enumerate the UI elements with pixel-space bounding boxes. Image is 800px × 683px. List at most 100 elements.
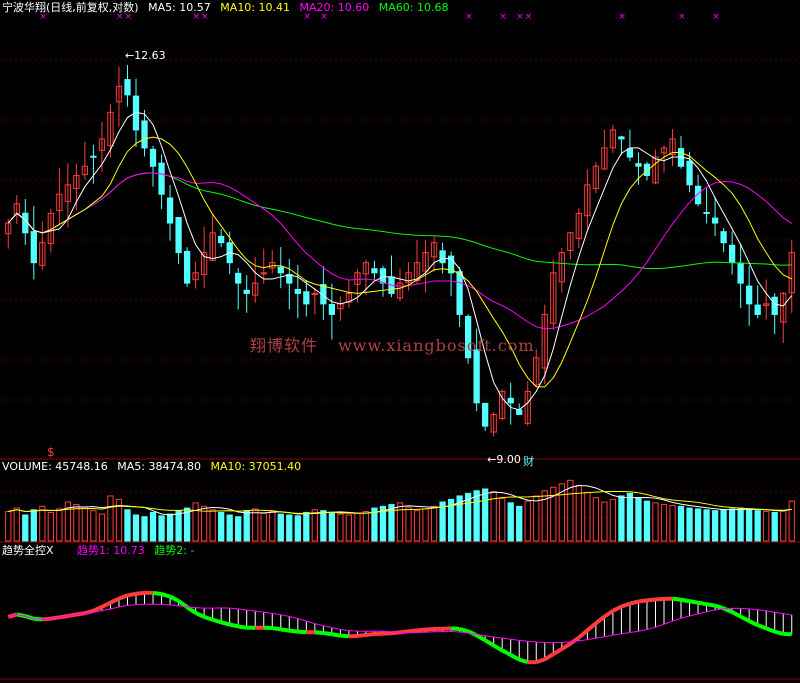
volume-bar-down — [286, 514, 293, 542]
candle-down — [737, 262, 744, 284]
trend-segment — [408, 628, 418, 634]
trend-segment — [109, 596, 120, 605]
volume-bar-up — [311, 509, 318, 542]
trend-segment — [340, 633, 350, 639]
volume-bar-up — [413, 510, 421, 542]
trend-segment — [229, 622, 239, 629]
signal-marker: × — [678, 12, 686, 22]
volume-bar-down — [728, 508, 736, 542]
signal-marker: × — [618, 12, 626, 22]
volume-bar-down — [294, 515, 301, 542]
volume-bar-up — [763, 511, 770, 542]
volume-bar-down — [677, 505, 685, 542]
trend-segment — [586, 621, 598, 632]
volume-bar-down — [516, 505, 523, 542]
candle-down — [456, 271, 463, 315]
volume-bar-up — [609, 498, 617, 542]
trend-segment — [101, 600, 112, 609]
volume-bar-down — [175, 510, 182, 542]
candle-down — [711, 217, 719, 224]
candle-down — [754, 304, 761, 315]
candle-down — [22, 212, 29, 234]
trend-segment — [169, 594, 180, 603]
candle-down — [277, 266, 284, 274]
candle-down — [618, 136, 625, 140]
trend-segment — [194, 611, 205, 619]
trend-segment — [638, 598, 648, 604]
trend-segment — [739, 614, 751, 623]
trend-segment — [714, 603, 725, 611]
trend-segment — [212, 617, 222, 625]
trend-segment — [731, 610, 742, 619]
volume-bar-down — [473, 490, 480, 542]
volume-bar-down — [30, 509, 37, 542]
low-price-label: ←9.00 — [487, 453, 521, 466]
trend-segment — [484, 638, 495, 648]
volume-bar-up — [780, 510, 787, 542]
candle-down — [218, 235, 225, 244]
volume-bar-up — [39, 505, 46, 542]
volume-bar-down — [686, 507, 693, 542]
trend-segment — [271, 626, 282, 632]
volume-panel-header: VOLUME: 45748.16 MA5: 38474.80 MA10: 370… — [2, 460, 307, 474]
signal-marker: × — [499, 12, 507, 22]
volume-bar-up — [660, 504, 668, 542]
ma60-legend: MA60: 10.68 — [378, 1, 449, 14]
volume-ma10-legend: MA10: 37051.40 — [210, 460, 302, 473]
trend-segment — [543, 652, 555, 662]
candle-down — [141, 120, 148, 149]
volume-bar-up — [56, 508, 63, 542]
volume-bar-down — [320, 510, 327, 542]
volume-bar-down — [243, 510, 250, 542]
volume-bar-up — [422, 508, 429, 542]
trend-segment — [135, 590, 145, 596]
signal-marker: × — [516, 12, 524, 22]
trend-segment — [620, 601, 631, 609]
dollar-marker: $ — [47, 445, 55, 459]
candle-down — [371, 268, 378, 274]
trend-segment — [118, 593, 129, 601]
volume-ma5-legend: MA5: 38474.80 — [117, 460, 201, 473]
volume-bar-up — [396, 502, 404, 542]
volume-bar-down — [124, 509, 131, 542]
trend-segment — [577, 628, 589, 640]
trend-segment — [535, 657, 546, 665]
volume-bar-up — [345, 514, 353, 542]
trend-segment — [680, 597, 690, 604]
trend-segment — [594, 615, 606, 625]
trend-segment — [459, 627, 469, 634]
volume-bar-up — [592, 497, 600, 542]
volume-bar-down — [618, 495, 625, 542]
volume-bar-up — [209, 509, 216, 542]
trend-segment — [314, 630, 324, 635]
volume-bar-up — [405, 506, 412, 542]
trend-segment — [774, 629, 784, 636]
trend-segment — [706, 602, 716, 608]
candle-down — [439, 250, 446, 264]
trend-segment — [203, 615, 214, 622]
trend-segment — [280, 627, 290, 633]
candle-down — [379, 268, 387, 284]
candle-down — [771, 296, 778, 315]
candle-down — [746, 285, 753, 305]
trend-segment — [289, 628, 299, 634]
volume-bar-down — [166, 513, 174, 542]
ma20-legend: MA20: 10.60 — [299, 1, 370, 14]
trend-segment — [646, 597, 656, 603]
volume-bar-down — [22, 514, 29, 542]
candle-down — [158, 162, 165, 195]
trend-segment — [560, 642, 572, 651]
trend-segment — [425, 627, 435, 632]
volume-bar-down — [439, 501, 446, 542]
candle-down — [183, 250, 191, 284]
trend-segment — [552, 647, 563, 656]
trend-segment — [603, 609, 615, 619]
volume-bar-up — [669, 504, 676, 542]
volume-bar-down — [328, 511, 336, 542]
trend-segment — [492, 643, 504, 653]
trend-segment — [450, 626, 460, 632]
trend-segment — [748, 619, 759, 627]
trend-segment — [501, 648, 512, 657]
trend1-line — [8, 603, 792, 644]
volume-bar-down — [635, 497, 642, 542]
